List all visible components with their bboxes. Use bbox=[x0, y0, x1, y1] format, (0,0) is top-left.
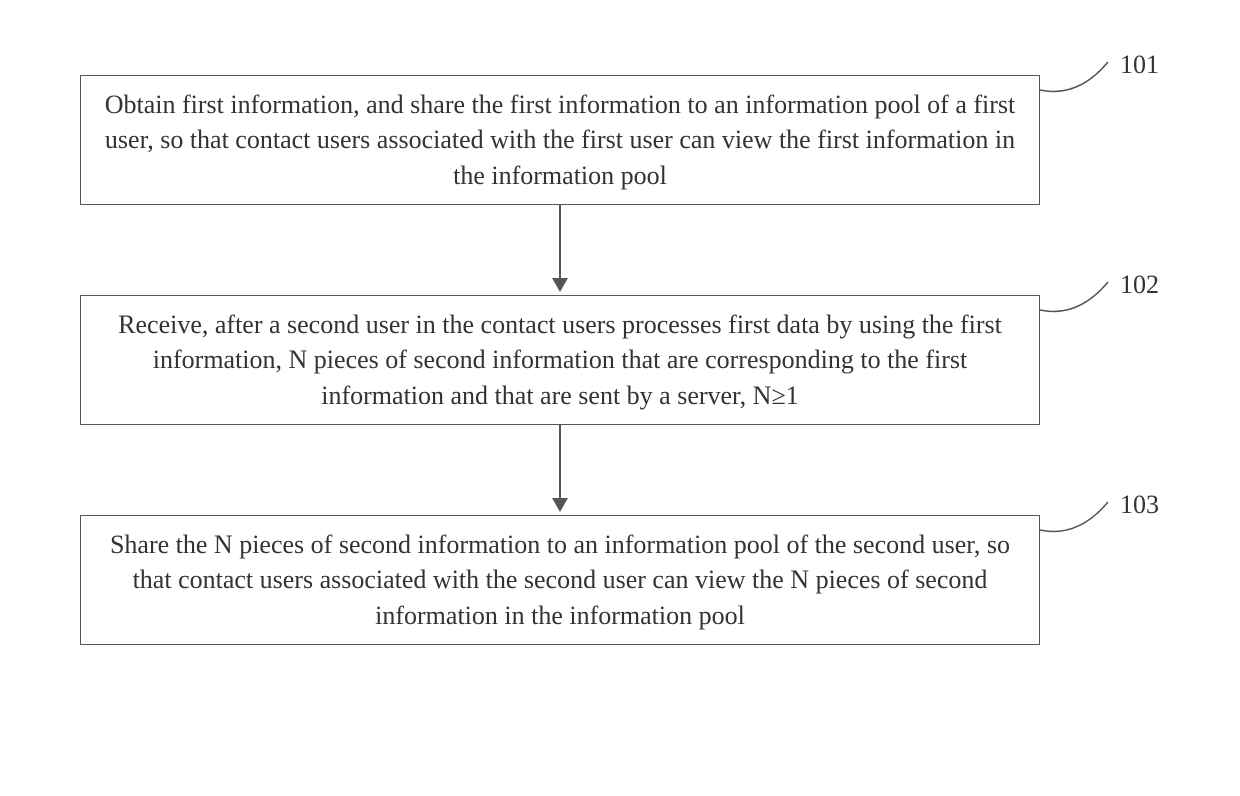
label-curve-102 bbox=[1038, 278, 1118, 338]
arrow-1-2-head bbox=[552, 278, 568, 292]
step-label-101: 101 bbox=[1120, 50, 1159, 80]
step-text-102: Receive, after a second user in the cont… bbox=[101, 307, 1019, 412]
arrow-2-3-head bbox=[552, 498, 568, 512]
step-text-103: Share the N pieces of second information… bbox=[101, 527, 1019, 632]
arrow-1-2-line bbox=[559, 205, 561, 280]
label-curve-101 bbox=[1038, 58, 1118, 118]
label-curve-103 bbox=[1038, 498, 1118, 558]
step-label-102: 102 bbox=[1120, 270, 1159, 300]
step-text-101: Obtain first information, and share the … bbox=[101, 87, 1019, 192]
step-label-103: 103 bbox=[1120, 490, 1159, 520]
step-box-102: Receive, after a second user in the cont… bbox=[80, 295, 1040, 425]
step-box-101: Obtain first information, and share the … bbox=[80, 75, 1040, 205]
arrow-2-3-line bbox=[559, 425, 561, 500]
flowchart-container: Obtain first information, and share the … bbox=[0, 0, 1240, 796]
step-box-103: Share the N pieces of second information… bbox=[80, 515, 1040, 645]
